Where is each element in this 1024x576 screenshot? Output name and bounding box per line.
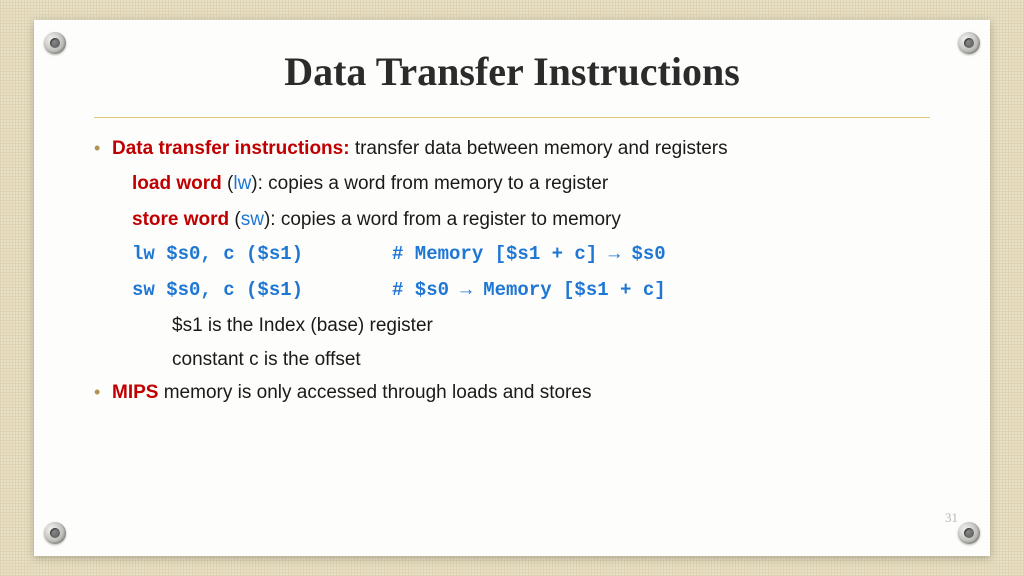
storeword-line: store word (sw): copies a word from a re… [132,205,930,234]
code1-comment: # Memory [$s1 + c] → $s0 [392,240,666,269]
bullet-1: • Data transfer instructions: transfer d… [94,134,930,163]
code2-instr: sw $s0, c ($s1) [132,276,392,305]
bullet-1-rest: transfer data between memory and registe… [350,138,728,159]
note-2: constant c is the offset [172,345,930,374]
sw-mnemonic: sw [241,209,264,230]
note-1: $s1 is the Index (base) register [172,311,930,340]
bullet-2: • MIPS memory is only accessed through l… [94,378,930,407]
code1-instr: lw $s0, c ($s1) [132,240,392,269]
bullet-2-text: MIPS memory is only accessed through loa… [112,378,591,407]
lw-p1: ( [222,173,234,194]
lw-mnemonic: lw [233,173,251,194]
corner-screw-icon [44,32,66,54]
slide-content: • Data transfer instructions: transfer d… [94,134,930,408]
sw-p2: ): copies a word from a register to memo… [264,209,621,230]
code2-comment: # $s0 → Memory [$s1 + c] [392,276,666,305]
corner-screw-icon [44,522,66,544]
slide-paper: Data Transfer Instructions • Data transf… [34,20,990,556]
bullet-2-rest: memory is only accessed through loads an… [158,382,591,403]
corner-screw-icon [958,32,980,54]
corner-screw-icon [958,522,980,544]
divider [94,117,930,118]
bullet-1-text: Data transfer instructions: transfer dat… [112,134,728,163]
lw-p2: ): copies a word from memory to a regist… [251,173,608,194]
code-line-1: lw $s0, c ($s1) # Memory [$s1 + c] → $s0 [132,240,930,269]
slide-title: Data Transfer Instructions [94,48,930,95]
loadword-line: load word (lw): copies a word from memor… [132,169,930,198]
loadword-label: load word [132,173,222,194]
bullet-dot-icon: • [94,378,112,407]
page-number: 31 [945,510,958,526]
bullet-1-strong: Data transfer instructions: [112,138,350,159]
bullet-2-strong: MIPS [112,382,158,403]
code-line-2: sw $s0, c ($s1) # $s0 → Memory [$s1 + c] [132,276,930,305]
sw-p1: ( [229,209,241,230]
storeword-label: store word [132,209,229,230]
bullet-dot-icon: • [94,134,112,163]
